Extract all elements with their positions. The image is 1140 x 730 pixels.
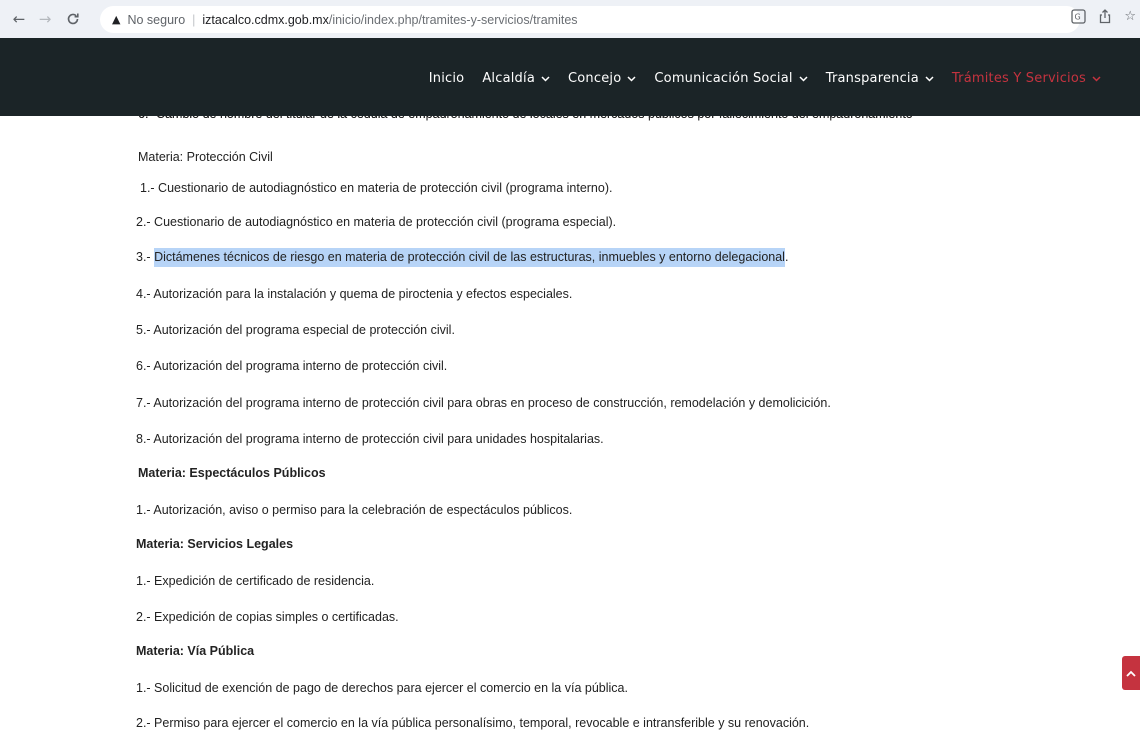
list-item: 2.- Permiso para ejercer el comercio en … xyxy=(136,716,810,730)
cutoff-sliver: 6.- Cambio de nombre del titular de la c… xyxy=(0,116,1140,122)
nav-item-alcaldia[interactable]: Alcaldía xyxy=(482,71,550,86)
security-status[interactable]: No seguro xyxy=(127,13,185,27)
list-item: 2.- Cuestionario de autodiagnóstico en m… xyxy=(136,215,617,229)
nav-item-label: Trámites Y Servicios xyxy=(951,71,1086,86)
section-heading-proteccion-civil: Materia: Protección Civil xyxy=(138,150,273,164)
nav-item-inicio[interactable]: Inicio xyxy=(429,71,465,86)
list-item: 1.- Cuestionario de autodiagnóstico en m… xyxy=(140,181,613,195)
nav-item-label: Alcaldía xyxy=(482,71,535,86)
translate-icon[interactable]: G xyxy=(1071,9,1086,28)
list-item: 4.- Autorización para la instalación y q… xyxy=(136,287,573,301)
section-heading-via-publica: Materia: Vía Pública xyxy=(136,644,255,658)
nav-item-label: Concejo xyxy=(568,71,622,86)
chevron-down-icon xyxy=(541,75,550,85)
svg-text:G: G xyxy=(1075,13,1081,22)
url-host: iztacalco.cdmx.gob.mx xyxy=(202,12,329,27)
text-selection[interactable]: Dictámenes técnicos de riesgo en materia… xyxy=(154,248,785,267)
list-item: 1.- Solicitud de exención de pago de der… xyxy=(136,681,628,695)
list-item-highlighted: 3.- Dictámenes técnicos de riesgo en mat… xyxy=(136,248,789,267)
list-item: 1.- Expedición de certificado de residen… xyxy=(136,574,375,588)
browser-toolbar: ← → ▲ No seguro | iztacalco.cdmx.gob.mx /… xyxy=(0,0,1140,38)
section-heading-espectaculos-publicos: Materia: Espectáculos Públicos xyxy=(138,466,326,480)
address-bar[interactable]: ▲ No seguro | iztacalco.cdmx.gob.mx/inic… xyxy=(100,6,1080,33)
cutoff-list-item-visible: 6.- Cambio de nombre del titular de la c… xyxy=(138,116,913,121)
list-item: 6.- Autorización del programa interno de… xyxy=(136,359,448,373)
nav-item-label: Inicio xyxy=(428,71,465,86)
bookmark-icon[interactable]: ☆ xyxy=(1124,9,1136,28)
back-icon[interactable]: ← xyxy=(8,8,30,30)
nav-item-label: Transparencia xyxy=(825,71,919,86)
forward-icon[interactable]: → xyxy=(34,8,56,30)
nav-item-transparencia[interactable]: Transparencia xyxy=(826,71,934,86)
list-item-number: 3.- xyxy=(136,250,155,264)
nav-item-label: Comunicación Social xyxy=(654,71,793,86)
list-item: 1.- Autorización, aviso o permiso para l… xyxy=(136,503,573,517)
url-path: /inicio/index.php/tramites-y-servicios/t… xyxy=(328,12,578,27)
chevron-up-icon xyxy=(1126,670,1136,677)
site-header-nav-layer: Inicio Alcaldía Concejo Comunicación Soc… xyxy=(0,38,1140,116)
toolbar-actions: G ☆ xyxy=(1071,9,1136,28)
nav-item-tramites-y-servicios[interactable]: Trámites Y Servicios xyxy=(952,71,1101,86)
chevron-down-icon xyxy=(1092,75,1101,85)
list-item: 2.- Expedición de copias simples o certi… xyxy=(136,610,399,624)
share-icon[interactable] xyxy=(1098,9,1112,28)
list-item-suffix: . xyxy=(784,250,789,264)
list-item: 7.- Autorización del programa interno de… xyxy=(136,396,831,410)
chevron-down-icon xyxy=(627,75,636,85)
url-separator: | xyxy=(192,12,196,27)
chevron-down-icon xyxy=(799,75,808,85)
chevron-down-icon xyxy=(925,75,934,85)
scroll-to-top-button[interactable] xyxy=(1122,656,1140,690)
main-navigation-layer: Inicio Alcaldía Concejo Comunicación Soc… xyxy=(411,71,1101,86)
nav-item-comunicacion-social[interactable]: Comunicación Social xyxy=(654,71,808,86)
list-item: 8.- Autorización del programa interno de… xyxy=(136,432,604,446)
reload-glyph xyxy=(67,13,79,25)
nav-item-concejo[interactable]: Concejo xyxy=(568,71,636,86)
section-heading-servicios-legales: Materia: Servicios Legales xyxy=(136,537,294,551)
warning-icon[interactable]: ▲ xyxy=(112,13,120,26)
reload-icon[interactable] xyxy=(62,8,84,30)
list-item: 5.- Autorización del programa especial d… xyxy=(136,323,455,337)
